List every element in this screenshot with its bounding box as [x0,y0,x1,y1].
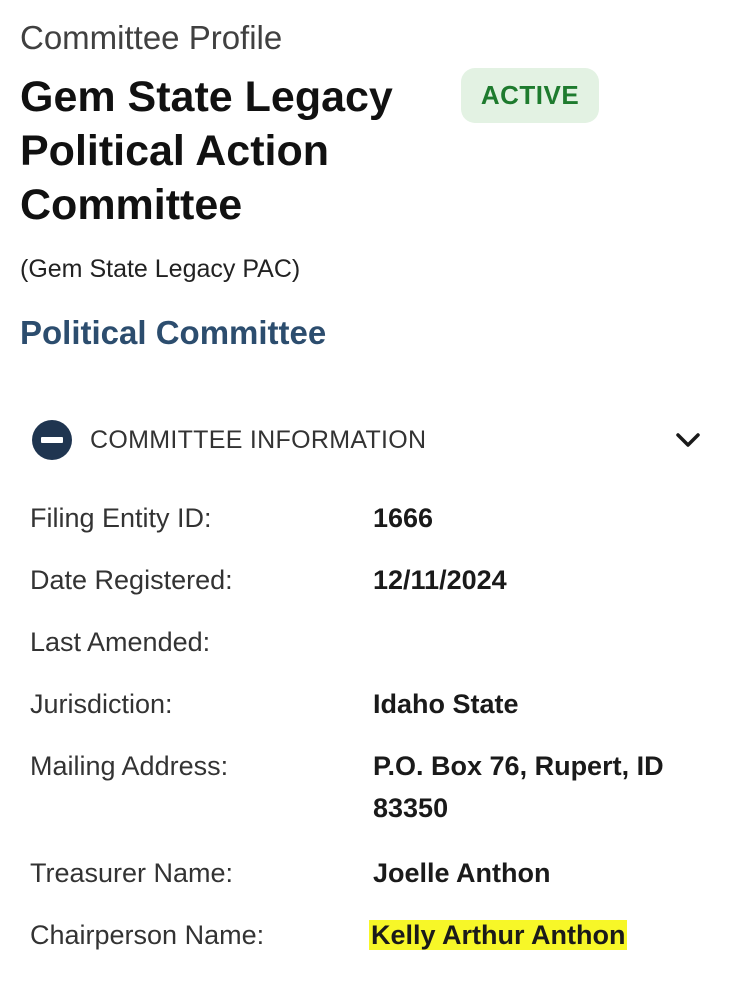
section-title: COMMITTEE INFORMATION [90,425,427,454]
chairperson-name-label: Chairperson Name: [30,920,265,950]
date-registered-label: Date Registered: [30,565,233,595]
treasurer-name-label: Treasurer Name: [30,858,234,888]
mailing-address-row: Mailing Address: P.O. Box 76, Rupert, ID… [30,743,720,850]
status-badge: ACTIVE [461,68,599,123]
filing-entity-id-row: Filing Entity ID: 1666 [30,495,720,557]
filing-entity-id-label: Filing Entity ID: [30,503,212,533]
chairperson-name-value: Kelly Arthur Anthon [369,912,693,956]
chairperson-name-row: Chairperson Name: Kelly Arthur Anthon [30,912,720,974]
minus-circle-icon[interactable] [32,420,72,460]
chairperson-name-highlight: Kelly Arthur Anthon [369,920,628,950]
treasurer-name-value: Joelle Anthon [373,858,551,888]
last-amended-label: Last Amended: [30,627,211,657]
last-amended-row: Last Amended: [30,619,720,681]
chevron-down-icon[interactable] [668,420,708,460]
page-eyebrow: Committee Profile [20,19,283,56]
jurisdiction-row: Jurisdiction: Idaho State [30,681,720,743]
jurisdiction-label: Jurisdiction: [30,689,173,719]
jurisdiction-value: Idaho State [373,689,519,719]
mailing-address-value: P.O. Box 76, Rupert, ID 83350 [373,751,664,823]
filing-entity-id-value: 1666 [373,503,434,533]
committee-abbreviation: (Gem State Legacy PAC) [20,255,301,283]
committee-info-table: Filing Entity ID: 1666 Date Registered: … [30,495,720,974]
mailing-address-label: Mailing Address: [30,751,229,781]
page-title: Gem State Legacy Political Action Commit… [20,73,393,229]
date-registered-value: 12/11/2024 [373,565,507,595]
last-amended-value [373,619,693,621]
committee-type: Political Committee [20,314,327,351]
committee-information-toggle[interactable]: COMMITTEE INFORMATION [28,410,718,470]
date-registered-row: Date Registered: 12/11/2024 [30,557,720,619]
treasurer-name-row: Treasurer Name: Joelle Anthon [30,850,720,912]
